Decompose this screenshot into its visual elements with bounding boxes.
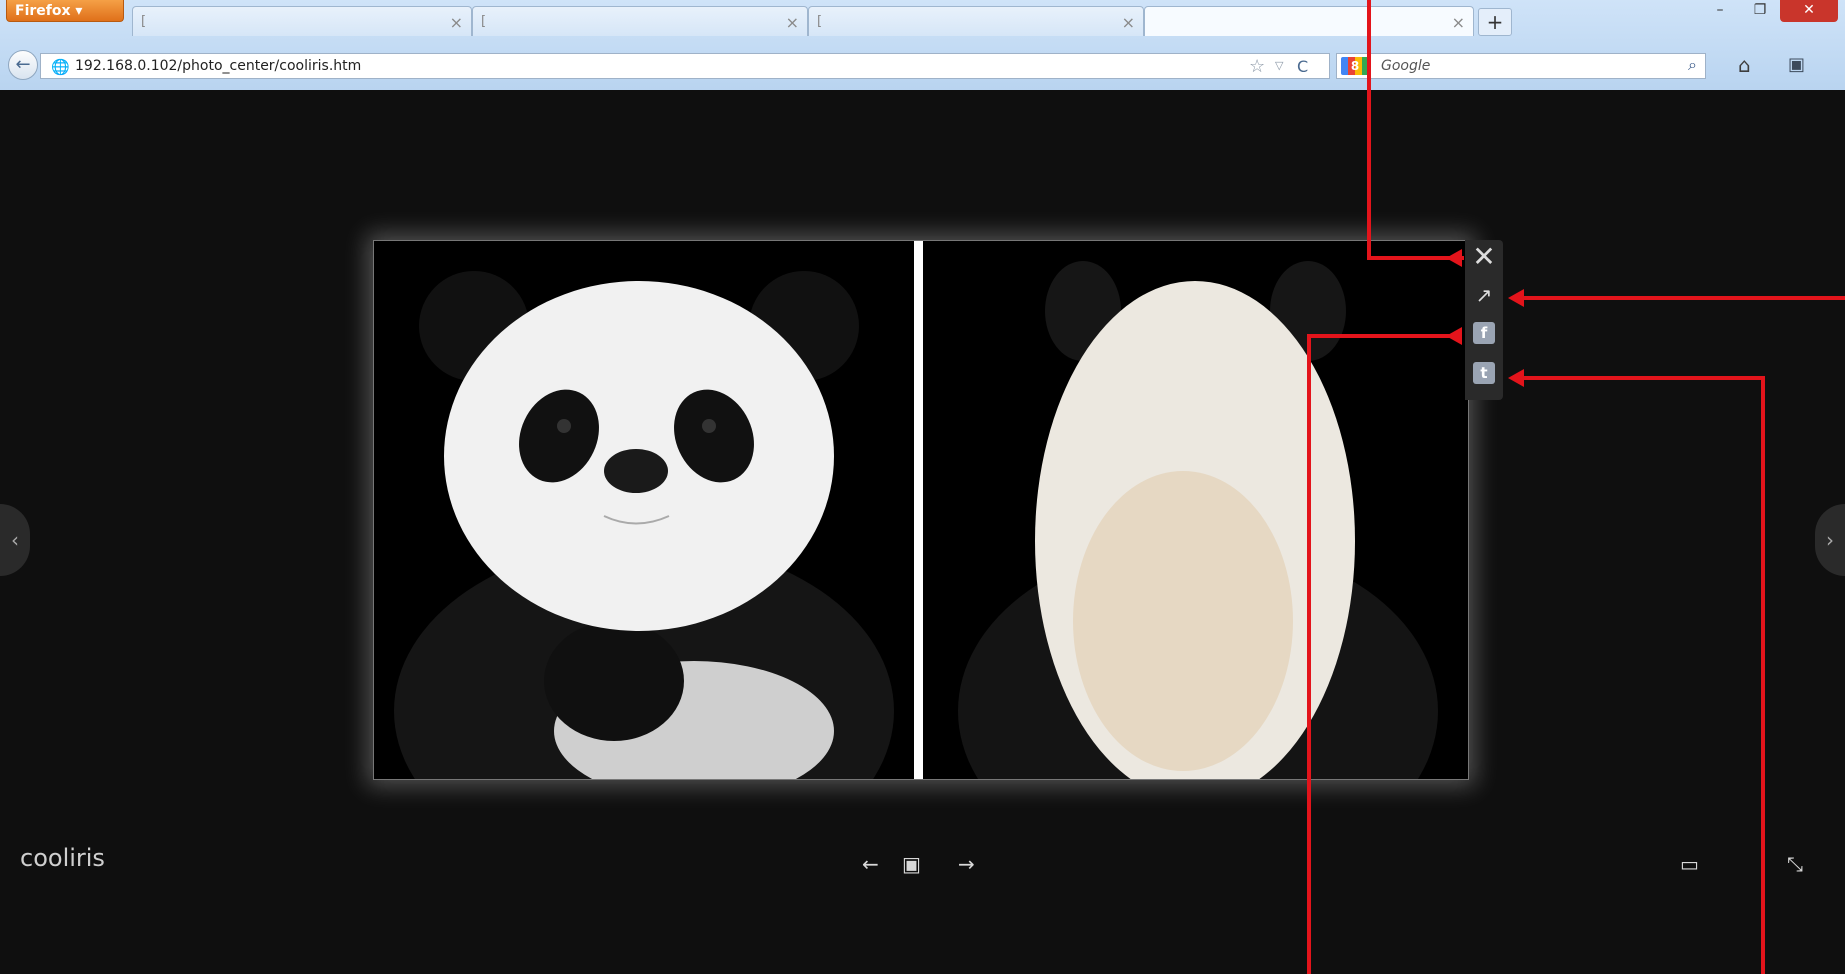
annotation-line (1521, 296, 1845, 300)
twitter-share-button[interactable]: t (1469, 362, 1499, 392)
annotation-arrowhead (1446, 249, 1462, 267)
annotation-line (1761, 376, 1765, 974)
close-icon[interactable]: ✕ (1469, 242, 1499, 272)
browser-tab[interactable]: [ × (132, 6, 472, 36)
slideshow-icon[interactable]: ▣ (902, 852, 921, 876)
search-placeholder: Google (1381, 58, 1431, 74)
photo-tools-panel: ✕ ↗ f t (1465, 240, 1503, 400)
tab-close-icon[interactable]: × (786, 13, 799, 32)
annotation-line (1307, 334, 1311, 974)
bookmarks-icon[interactable]: ▣ (1788, 54, 1805, 75)
fullscreen-icon[interactable]: ⤡ (1787, 852, 1803, 876)
tab-close-icon[interactable]: × (1122, 13, 1135, 32)
url-bar[interactable]: 🌐 192.168.0.102/photo_center/cooliris.ht… (40, 53, 1330, 79)
tab-close-icon[interactable]: × (450, 13, 463, 32)
tab-title: [ (141, 14, 147, 29)
previous-photo-arrow[interactable]: ‹ (0, 504, 30, 576)
home-icon[interactable]: ⌂ (1738, 53, 1751, 77)
browser-chrome: Firefox ▾ [ × [ × [ × × + – ❐ ✕ ← 🌐 192.… (0, 0, 1845, 91)
annotation-line (1518, 376, 1765, 380)
cooliris-logo: cooliris (20, 844, 105, 872)
annotation-arrowhead (1446, 327, 1462, 345)
browser-tab[interactable]: [ × (808, 6, 1144, 36)
annotation-arrowhead (1508, 369, 1524, 387)
prev-control-icon[interactable]: ← (862, 852, 879, 876)
panda-front-photo (374, 241, 914, 779)
annotation-line (1307, 334, 1457, 338)
tab-close-icon[interactable]: × (1452, 13, 1465, 32)
reload-icon[interactable]: C (1297, 57, 1308, 76)
next-control-icon[interactable]: → (958, 852, 975, 876)
search-icon[interactable]: ⌕ (1688, 55, 1697, 75)
search-input[interactable]: 8 Google (1336, 53, 1706, 79)
navigation-bar: ← 🌐 192.168.0.102/photo_center/cooliris.… (0, 46, 1845, 84)
annotation-arrowhead (1508, 289, 1524, 307)
next-photo-arrow[interactable]: › (1815, 504, 1845, 576)
twitter-icon: t (1473, 362, 1495, 384)
tab-title: [ (481, 14, 487, 29)
minimize-button[interactable]: – (1700, 0, 1740, 22)
open-external-icon[interactable]: ↗ (1469, 280, 1499, 310)
cooliris-viewer: ✕ ↗ f t ‹ › (0, 90, 1845, 974)
bookmark-star-icon[interactable]: ☆ (1249, 56, 1265, 77)
back-button[interactable]: ← (8, 50, 38, 80)
url-text[interactable]: 192.168.0.102/photo_center/cooliris.htm (75, 58, 361, 74)
window-close-button[interactable]: ✕ (1780, 0, 1838, 22)
photo-frame (373, 240, 1469, 780)
tab-title: [ (817, 14, 823, 29)
browser-tab-active[interactable]: × (1144, 6, 1474, 36)
history-dropdown-icon[interactable]: ▽ (1275, 59, 1283, 72)
browser-tab[interactable]: [ × (472, 6, 808, 36)
new-tab-button[interactable]: + (1478, 8, 1512, 36)
firefox-menu-button[interactable]: Firefox ▾ (6, 0, 124, 22)
facebook-icon: f (1473, 322, 1495, 344)
annotation-line (1367, 0, 1371, 258)
restore-button[interactable]: ❐ (1740, 0, 1780, 22)
globe-icon: 🌐 (51, 58, 70, 76)
photo-divider (914, 241, 923, 779)
display-mode-icon[interactable]: ▭ (1680, 852, 1699, 876)
facebook-share-button[interactable]: f (1469, 322, 1499, 352)
google-logo-icon[interactable]: 8 (1341, 57, 1369, 75)
panda-back-photo (923, 241, 1468, 779)
